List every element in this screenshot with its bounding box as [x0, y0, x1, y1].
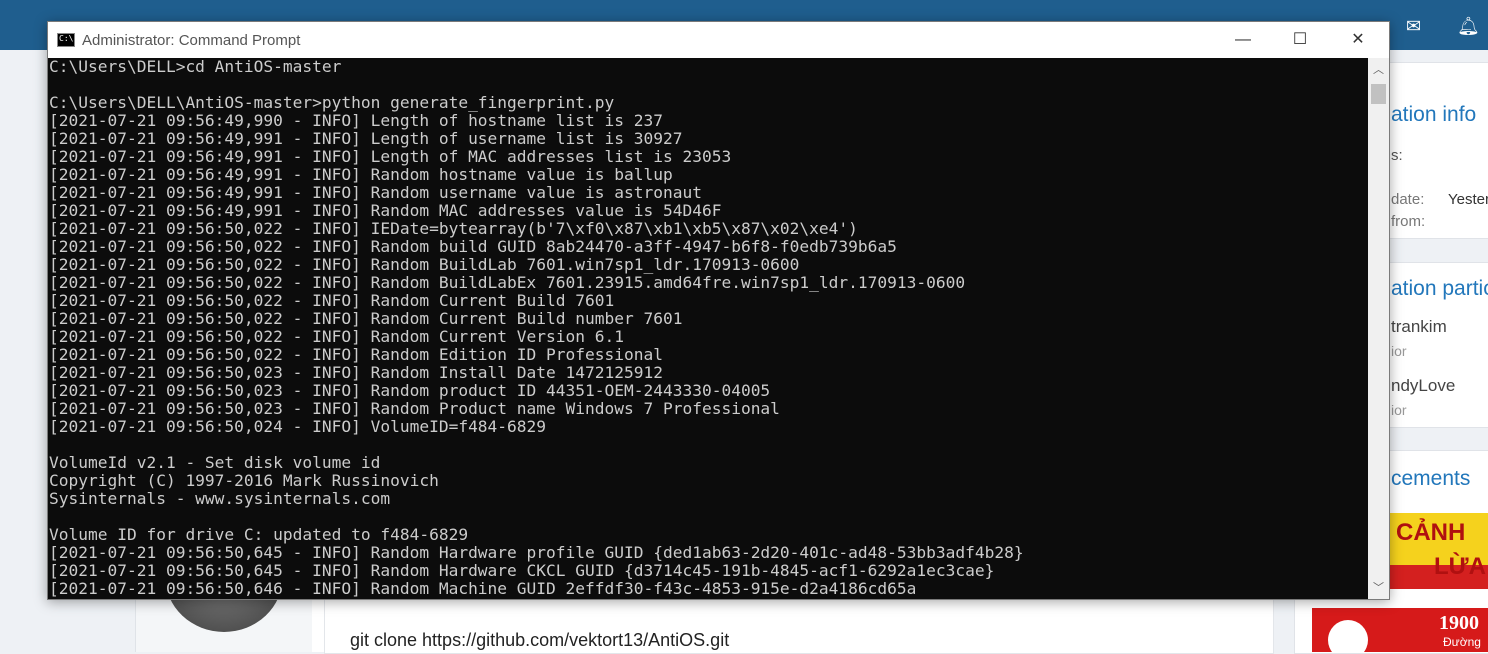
participant-name[interactable]: ndyLove	[1391, 376, 1455, 396]
console-line: [2021-07-21 09:56:50,023 - INFO] Random …	[49, 399, 780, 418]
console-line: [2021-07-21 09:56:50,646 - INFO] Random …	[49, 579, 917, 598]
scrollbar-thumb[interactable]	[1371, 84, 1386, 104]
maximize-button[interactable]: ☐	[1271, 22, 1329, 58]
console-line: [2021-07-21 09:56:50,022 - INFO] Random …	[49, 291, 615, 310]
console-line: [2021-07-21 09:56:49,991 - INFO] Random …	[49, 183, 702, 202]
scroll-down-arrow-icon[interactable]: ﹀	[1368, 578, 1389, 598]
console-line: [2021-07-21 09:56:50,023 - INFO] Random …	[49, 381, 771, 400]
console-line: [2021-07-21 09:56:50,645 - INFO] Random …	[49, 561, 995, 580]
card-title: ation info	[1391, 103, 1477, 126]
participant-name[interactable]: trankim	[1391, 317, 1447, 337]
console-line: [2021-07-21 09:56:49,991 - INFO] Random …	[49, 165, 673, 184]
vertical-scrollbar[interactable]: ︿ ﹀	[1368, 58, 1389, 599]
window-title: Administrator: Command Prompt	[82, 32, 301, 49]
console-line: [2021-07-21 09:56:50,022 - INFO] Random …	[49, 237, 897, 256]
mail-icon[interactable]: ✉	[1406, 16, 1421, 36]
console-line: Volume ID for drive C: updated to f484-6…	[49, 525, 469, 544]
console-output[interactable]: C:\Users\DELL>cd AntiOS-master C:\Users\…	[48, 58, 1368, 599]
console-text: C:\Users\DELL>cd AntiOS-master C:\Users\…	[49, 58, 1368, 598]
ad-banner[interactable]: CẢNH LỪA	[1388, 513, 1488, 589]
info-row-2-value: Yester	[1448, 191, 1488, 208]
card-title: cements	[1391, 467, 1471, 490]
console-line: [2021-07-21 09:56:49,990 - INFO] Length …	[49, 111, 663, 130]
console-line: [2021-07-21 09:56:50,022 - INFO] IEDate=…	[49, 219, 858, 238]
minimize-button[interactable]: —	[1214, 22, 1272, 58]
command-prompt-window[interactable]: C:\ Administrator: Command Prompt — ☐ ✕ …	[47, 21, 1390, 600]
ad-text: CẢNH	[1396, 519, 1466, 546]
card-title: ation partic	[1391, 277, 1488, 300]
console-line: [2021-07-21 09:56:50,645 - INFO] Random …	[49, 543, 1024, 562]
bell-icon[interactable]: 🔔︎	[1457, 16, 1480, 36]
scroll-up-arrow-icon[interactable]: ︿	[1368, 60, 1389, 80]
medical-cross-icon	[1328, 620, 1368, 652]
console-line: [2021-07-21 09:56:50,022 - INFO] Random …	[49, 309, 683, 328]
participant-role: ior	[1391, 343, 1407, 359]
console-line: C:\Users\DELL\AntiOS-master>python gener…	[49, 93, 615, 112]
ad-text: LỪA	[1434, 553, 1486, 580]
window-title-bar[interactable]: C:\ Administrator: Command Prompt — ☐ ✕	[48, 22, 1389, 58]
command-prompt-icon[interactable]: C:\	[57, 33, 75, 47]
participant-role: ior	[1391, 402, 1407, 418]
console-line: [2021-07-21 09:56:49,991 - INFO] Length …	[49, 129, 683, 148]
console-line: [2021-07-21 09:56:50,024 - INFO] VolumeI…	[49, 417, 547, 436]
console-line: C:\Users\DELL>cd AntiOS-master	[49, 58, 342, 76]
console-line: [2021-07-21 09:56:49,991 - INFO] Random …	[49, 201, 722, 220]
console-line: Copyright (C) 1997-2016 Mark Russinovich	[49, 471, 439, 490]
info-row-1: s:	[1391, 147, 1403, 164]
console-line: [2021-07-21 09:56:50,022 - INFO] Random …	[49, 255, 800, 274]
post-text[interactable]: git clone https://github.com/vektort13/A…	[350, 630, 729, 651]
close-button[interactable]: ✕	[1329, 22, 1387, 58]
ad-banner[interactable]: 1900 Đường	[1312, 608, 1488, 652]
ad-text: Đường	[1443, 635, 1481, 649]
console-line: [2021-07-21 09:56:49,991 - INFO] Length …	[49, 147, 732, 166]
console-line: Sysinternals - www.sysinternals.com	[49, 489, 391, 508]
icon-label: C:\	[59, 34, 74, 43]
console-line: [2021-07-21 09:56:50,022 - INFO] Random …	[49, 273, 966, 292]
console-line: [2021-07-21 09:56:50,023 - INFO] Random …	[49, 363, 663, 382]
info-row-2-label: date:	[1391, 191, 1425, 208]
console-line: VolumeId v2.1 - Set disk volume id	[49, 453, 381, 472]
info-row-3-label: from:	[1391, 213, 1426, 230]
console-line: [2021-07-21 09:56:50,022 - INFO] Random …	[49, 345, 663, 364]
ad-text: 1900	[1439, 612, 1479, 634]
console-line: [2021-07-21 09:56:50,022 - INFO] Random …	[49, 327, 624, 346]
